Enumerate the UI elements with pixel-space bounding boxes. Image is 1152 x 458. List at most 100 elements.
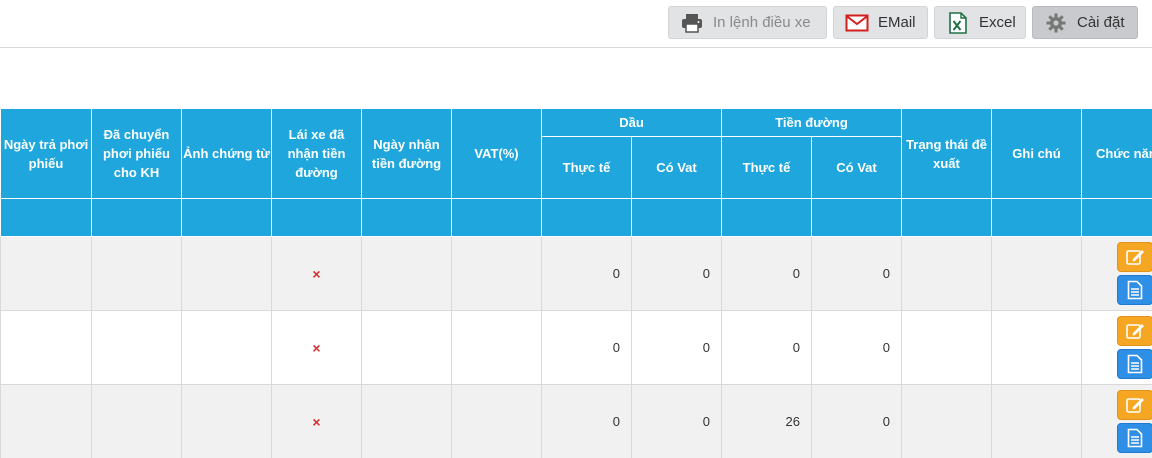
excel-icon xyxy=(945,11,971,34)
toolbar: In lệnh điều xe EMail Excel Cài đặt xyxy=(0,0,1152,48)
filter-cell[interactable] xyxy=(451,198,542,237)
filter-cell[interactable] xyxy=(811,198,902,237)
filter-cell[interactable] xyxy=(1081,198,1152,237)
cell-td-thuc-te: 26 xyxy=(721,384,812,458)
cell-anh-chung-tu xyxy=(181,236,272,311)
cell-ngay-nhan xyxy=(361,310,452,385)
data-table: Ngày trả phơi phiếu Đã chuyển phơi phiếu… xyxy=(0,108,1152,458)
settings-label: Cài đặt xyxy=(1077,14,1125,31)
cell-ngay-nhan xyxy=(361,236,452,311)
cell-da-chuyen xyxy=(91,236,182,311)
header-ghi-chu: Ghi chú xyxy=(991,108,1082,199)
cell-dau-co-vat: 0 xyxy=(631,236,722,311)
filter-cell[interactable] xyxy=(991,198,1082,237)
email-label: EMail xyxy=(878,14,916,31)
header-ngay-nhan: Ngày nhận tiền đường xyxy=(361,108,452,199)
not-received-x-icon: × xyxy=(312,339,321,356)
table-row: × 0 0 0 0 xyxy=(0,310,1152,385)
header-dau: Dầu xyxy=(541,108,722,137)
header-td-co-vat: Có Vat xyxy=(811,136,902,199)
cell-dau-co-vat: 0 xyxy=(631,310,722,385)
header-trang-thai: Trạng thái đề xuất xyxy=(901,108,992,199)
cell-dau-thuc-te: 0 xyxy=(541,384,632,458)
cell-td-thuc-te: 0 xyxy=(721,310,812,385)
edit-button[interactable] xyxy=(1117,390,1152,420)
cell-lai-xe-nhan: × xyxy=(271,236,362,311)
filter-cell[interactable] xyxy=(631,198,722,237)
cell-ngay-nhan xyxy=(361,384,452,458)
not-received-x-icon: × xyxy=(312,413,321,430)
print-dispatch-order-label: In lệnh điều xe xyxy=(713,14,811,31)
filter-cell[interactable] xyxy=(181,198,272,237)
cell-vat xyxy=(451,236,542,311)
table-row: × 0 0 0 0 xyxy=(0,236,1152,311)
header-dau-thuc-te: Thực tế xyxy=(541,136,632,199)
filter-cell[interactable] xyxy=(361,198,452,237)
excel-label: Excel xyxy=(979,14,1016,31)
edit-icon xyxy=(1126,324,1144,339)
header-da-chuyen: Đã chuyển phơi phiếu cho KH xyxy=(91,108,182,199)
header-tien-duong: Tiền đường xyxy=(721,108,902,137)
settings-button[interactable]: Cài đặt xyxy=(1032,6,1138,39)
cell-ghi-chu xyxy=(991,236,1082,311)
edit-icon xyxy=(1126,250,1144,265)
cell-da-chuyen xyxy=(91,384,182,458)
header-anh-chung-tu: Ảnh chứng từ xyxy=(181,108,272,199)
excel-export-button[interactable]: Excel xyxy=(934,6,1026,39)
filter-cell[interactable] xyxy=(721,198,812,237)
filter-row xyxy=(0,198,1152,237)
header-ngay-tra: Ngày trả phơi phiếu xyxy=(0,108,92,199)
cell-anh-chung-tu xyxy=(181,310,272,385)
cell-trang-thai xyxy=(901,384,992,458)
cell-trang-thai xyxy=(901,236,992,311)
header-dau-co-vat: Có Vat xyxy=(631,136,722,199)
filter-cell[interactable] xyxy=(901,198,992,237)
header-chuc-nang: Chức năng xyxy=(1081,108,1152,199)
printer-icon xyxy=(679,12,705,34)
print-dispatch-order-button[interactable]: In lệnh điều xe xyxy=(668,6,827,39)
cell-dau-thuc-te: 0 xyxy=(541,310,632,385)
cell-ngay-tra xyxy=(0,310,92,385)
gear-icon xyxy=(1043,12,1069,34)
cell-lai-xe-nhan: × xyxy=(271,384,362,458)
filter-cell[interactable] xyxy=(0,198,92,237)
filter-cell[interactable] xyxy=(91,198,182,237)
cell-vat xyxy=(451,384,542,458)
cell-ghi-chu xyxy=(991,310,1082,385)
document-icon xyxy=(1127,280,1143,300)
not-received-x-icon: × xyxy=(312,265,321,282)
document-icon xyxy=(1127,428,1143,448)
cell-trang-thai xyxy=(901,310,992,385)
cell-ghi-chu xyxy=(991,384,1082,458)
header-vat: VAT(%) xyxy=(451,108,542,199)
cell-vat xyxy=(451,310,542,385)
document-icon xyxy=(1127,354,1143,374)
cell-da-chuyen xyxy=(91,310,182,385)
edit-button[interactable] xyxy=(1117,242,1152,272)
cell-anh-chung-tu xyxy=(181,384,272,458)
header-td-thuc-te: Thực tế xyxy=(721,136,812,199)
header-lai-xe-nhan: Lái xe đã nhận tiền đường xyxy=(271,108,362,199)
document-button[interactable] xyxy=(1117,423,1152,453)
filter-cell[interactable] xyxy=(271,198,362,237)
cell-actions xyxy=(1081,236,1152,311)
cell-td-co-vat: 0 xyxy=(811,310,902,385)
cell-actions xyxy=(1081,384,1152,458)
edit-button[interactable] xyxy=(1117,316,1152,346)
filter-cell[interactable] xyxy=(541,198,632,237)
table-row: × 0 0 26 0 xyxy=(0,384,1152,458)
cell-td-co-vat: 0 xyxy=(811,384,902,458)
data-grid: Ngày trả phơi phiếu Đã chuyển phơi phiếu… xyxy=(0,108,1152,458)
document-button[interactable] xyxy=(1117,349,1152,379)
cell-td-co-vat: 0 xyxy=(811,236,902,311)
edit-icon xyxy=(1126,398,1144,413)
cell-dau-thuc-te: 0 xyxy=(541,236,632,311)
envelope-icon xyxy=(844,12,870,34)
document-button[interactable] xyxy=(1117,275,1152,305)
cell-td-thuc-te: 0 xyxy=(721,236,812,311)
cell-actions xyxy=(1081,310,1152,385)
cell-ngay-tra xyxy=(0,384,92,458)
cell-ngay-tra xyxy=(0,236,92,311)
email-button[interactable]: EMail xyxy=(833,6,928,39)
cell-dau-co-vat: 0 xyxy=(631,384,722,458)
